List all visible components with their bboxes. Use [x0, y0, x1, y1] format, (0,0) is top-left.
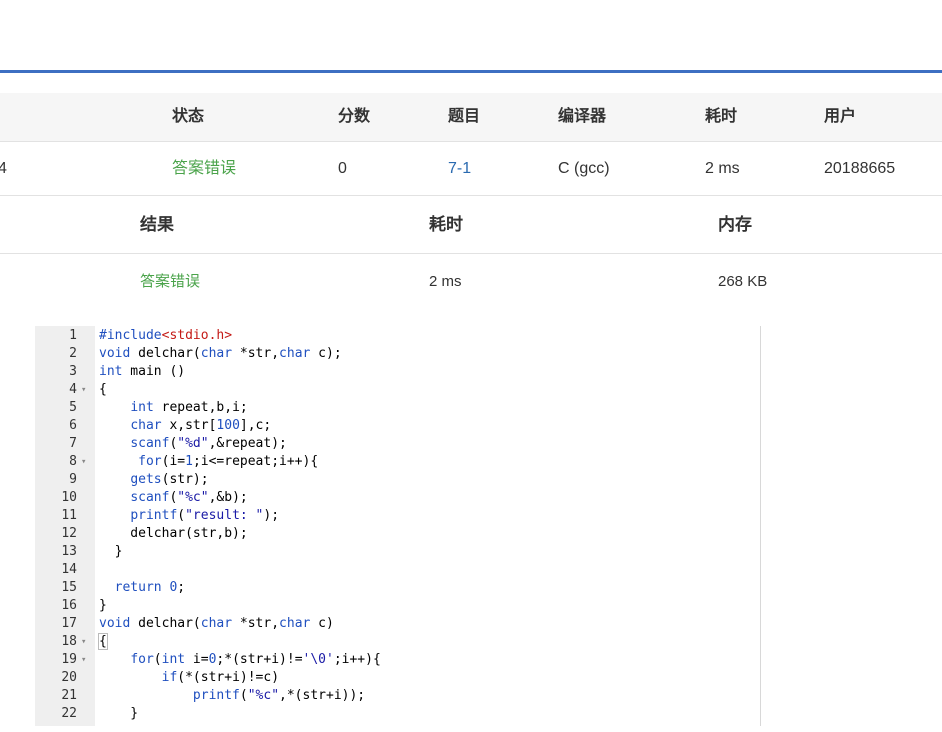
line-number: 20 — [61, 670, 77, 685]
line-number: 21 — [61, 688, 77, 703]
code-text: char x,str[100],c; — [130, 418, 272, 433]
code-line[interactable]: 12 delchar(str,b); — [35, 525, 760, 543]
code-line[interactable]: 3 int main () — [35, 363, 760, 381]
problem-link[interactable]: 7-1 — [448, 142, 471, 195]
line-number: 2 — [69, 346, 77, 361]
code-text: scanf("%d",&repeat); — [130, 436, 287, 451]
code-editor[interactable]: 1 #include<stdio.h> 2 void delchar(char *st… — [35, 326, 761, 726]
fold-arrow-icon[interactable]: ▾ — [81, 453, 86, 471]
line-number: 11 — [61, 508, 77, 523]
code-line[interactable]: 10 scanf("%c",&b); — [35, 489, 760, 507]
code-text: { — [99, 382, 107, 397]
line-number: 14 — [61, 562, 77, 577]
status-badge: 答案错误 — [172, 160, 237, 177]
code-line[interactable]: 19 ▾ for(int i=0;*(str+i)!='\0';i++){ — [35, 651, 760, 669]
line-number: 8 — [69, 454, 77, 469]
header-memory: 内存 — [718, 215, 752, 234]
submission-row: 4 答案错误 0 7-1 C (gcc) 2 ms 20188665 — [0, 142, 942, 196]
line-number: 5 — [69, 400, 77, 415]
line-number: 22 — [61, 706, 77, 721]
score-value: 0 — [338, 160, 347, 177]
code-line[interactable]: 5 int repeat,b,i; — [35, 399, 760, 417]
code-text: } — [99, 544, 123, 559]
result-time: 2 ms — [429, 273, 462, 290]
header-time: 耗时 — [705, 108, 738, 125]
line-number: 13 — [61, 544, 77, 559]
code-line[interactable]: 9 gets(str); — [35, 471, 760, 489]
code-text: int repeat,b,i; — [130, 400, 248, 415]
code-text: if(*(str+i)!=c) — [161, 670, 280, 685]
code-line[interactable]: 11 printf("result: "); — [35, 507, 760, 525]
line-number: 1 — [69, 328, 77, 343]
submission-table: 状态 分数 题目 编译器 耗时 用户 4 答案错误 0 7-1 C (gcc) … — [0, 93, 942, 196]
line-number: 7 — [69, 436, 77, 451]
header-compiler: 编译器 — [558, 108, 607, 125]
fold-arrow-icon[interactable]: ▾ — [81, 651, 86, 669]
submission-id[interactable]: 4 — [0, 142, 7, 195]
result-status: 答案错误 — [140, 273, 201, 290]
code-line[interactable]: 21 printf("%c",*(str+i)); — [35, 687, 760, 705]
code-line[interactable]: 13 } — [35, 543, 760, 561]
code-line[interactable]: 17 void delchar(char *str,char c) — [35, 615, 760, 633]
code-line[interactable]: 20 if(*(str+i)!=c) — [35, 669, 760, 687]
header-user: 用户 — [824, 108, 857, 125]
code-text: int main () — [99, 364, 186, 379]
line-number: 15 — [61, 580, 77, 595]
code-text: scanf("%c",&b); — [130, 490, 248, 505]
result-table: 结果 耗时 内存 答案错误 2 ms 268 KB — [0, 196, 942, 310]
result-memory: 268 KB — [718, 273, 768, 290]
code-line[interactable]: 2 void delchar(char *str,char c); — [35, 345, 760, 363]
code-text: printf("result: "); — [130, 508, 280, 523]
code-line[interactable]: 14 — [35, 561, 760, 579]
line-number: 18 — [61, 634, 77, 649]
fold-arrow-icon[interactable]: ▾ — [81, 381, 86, 399]
line-number: 19 — [61, 652, 77, 667]
code-line[interactable]: 4 ▾ { — [35, 381, 760, 399]
line-number: 9 — [69, 472, 77, 487]
code-text: void delchar(char *str,char c) — [99, 616, 334, 631]
code-line[interactable]: 22 } — [35, 705, 760, 723]
code-lines[interactable]: 1 #include<stdio.h> 2 void delchar(char *st… — [35, 327, 760, 723]
code-text: gets(str); — [130, 472, 209, 487]
line-number: 16 — [61, 598, 77, 613]
code-line[interactable]: 1 #include<stdio.h> — [35, 327, 760, 345]
fold-arrow-icon[interactable]: ▾ — [81, 633, 86, 651]
code-line[interactable]: 18 ▾ { — [35, 633, 760, 651]
code-line[interactable]: 7 scanf("%d",&repeat); — [35, 435, 760, 453]
code-line[interactable]: 16} — [35, 597, 760, 615]
result-row: 答案错误 2 ms 268 KB — [0, 254, 942, 310]
code-line[interactable]: 15 return 0; — [35, 579, 760, 597]
code-text: delchar(str,b); — [99, 526, 248, 541]
code-text: { — [98, 633, 108, 650]
code-text: } — [99, 706, 139, 721]
top-bar — [0, 0, 942, 70]
submission-table-header: 状态 分数 题目 编译器 耗时 用户 — [0, 93, 942, 142]
result-table-header: 结果 耗时 内存 — [0, 196, 942, 254]
code-line[interactable]: 8 ▾ for(i=1;i<=repeat;i++){ — [35, 453, 760, 471]
code-text: void delchar(char *str,char c); — [99, 346, 342, 361]
line-number: 3 — [69, 364, 77, 379]
line-number: 17 — [61, 616, 77, 631]
line-number: 12 — [61, 526, 77, 541]
code-text: } — [99, 598, 107, 613]
header-status: 状态 — [172, 108, 205, 125]
code-text: printf("%c",*(str+i)); — [192, 688, 366, 703]
code-text: #include<stdio.h> — [99, 328, 233, 343]
code-line[interactable]: 6 char x,str[100],c; — [35, 417, 760, 435]
header-score: 分数 — [338, 108, 371, 125]
header-result: 结果 — [140, 215, 174, 234]
time-value: 2 ms — [705, 160, 740, 177]
compiler-value: C (gcc) — [558, 160, 610, 177]
header-elapsed: 耗时 — [429, 215, 463, 234]
header-problem: 题目 — [448, 108, 481, 125]
accent-divider — [0, 70, 942, 73]
code-text: for(i=1;i<=repeat;i++){ — [138, 454, 319, 469]
user-value: 20188665 — [824, 160, 896, 177]
code-text: for(int i=0;*(str+i)!='\0';i++){ — [130, 652, 381, 667]
line-number: 10 — [61, 490, 77, 505]
line-number: 6 — [69, 418, 77, 433]
code-text: return 0; — [114, 580, 186, 595]
line-number: 4 — [69, 382, 77, 397]
